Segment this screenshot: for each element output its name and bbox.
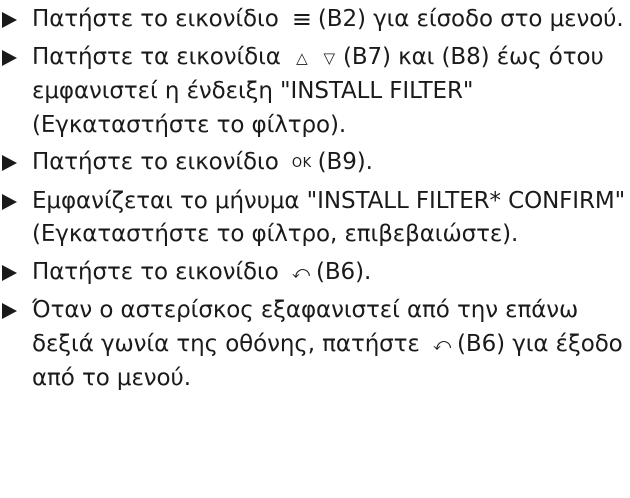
instruction-step: Όταν ο αστερίσκος εξαφανιστεί από την επ… bbox=[0, 294, 630, 396]
down-arrow-icon: ▽ bbox=[323, 48, 336, 67]
instruction-steps: Πατήστε το εικονίδιο ≡ (B2) για είσοδο στ… bbox=[0, 3, 630, 400]
back-icon: ⤺ bbox=[291, 262, 310, 283]
step-text: Εμφανίζεται το μήνυμα "INSTALL FILTER* C… bbox=[32, 187, 626, 248]
instruction-step: Πατήστε το εικονίδιο ⤺ (B6). bbox=[0, 256, 630, 291]
menu-icon: ≡ bbox=[291, 5, 312, 33]
step-text: Πατήστε το εικονίδιο bbox=[32, 149, 279, 175]
instruction-step: Πατήστε τα εικονίδια △ ▽ (B7) και (B8) έως… bbox=[0, 41, 630, 143]
up-arrow-icon: △ bbox=[296, 48, 308, 67]
bullet-arrow-icon bbox=[2, 12, 17, 28]
step-text: Πατήστε το εικονίδιο bbox=[32, 6, 279, 32]
step-text: (B2) για είσοδο στο μενού. bbox=[317, 6, 624, 32]
bullet-arrow-icon bbox=[2, 303, 17, 319]
step-text: Πατήστε τα εικονίδια bbox=[32, 43, 281, 70]
step-text: (B6). bbox=[315, 258, 372, 285]
instruction-step: Πατήστε το εικονίδιο ≡ (B2) για είσοδο στ… bbox=[0, 3, 630, 37]
step-text: Πατήστε το εικονίδιο bbox=[32, 258, 279, 285]
back-icon: ⤺ bbox=[432, 334, 452, 355]
bullet-arrow-icon bbox=[2, 193, 17, 210]
bullet-arrow-icon bbox=[2, 155, 17, 171]
bullet-arrow-icon bbox=[2, 49, 17, 66]
instruction-step: Εμφανίζεται το μήνυμα "INSTALL FILTER* C… bbox=[0, 185, 630, 252]
step-text: (B9). bbox=[317, 149, 373, 175]
instruction-step: Πατήστε το εικονίδιο OK (B9). bbox=[0, 146, 630, 181]
bullet-arrow-icon bbox=[2, 264, 17, 281]
ok-icon: OK bbox=[291, 156, 312, 171]
